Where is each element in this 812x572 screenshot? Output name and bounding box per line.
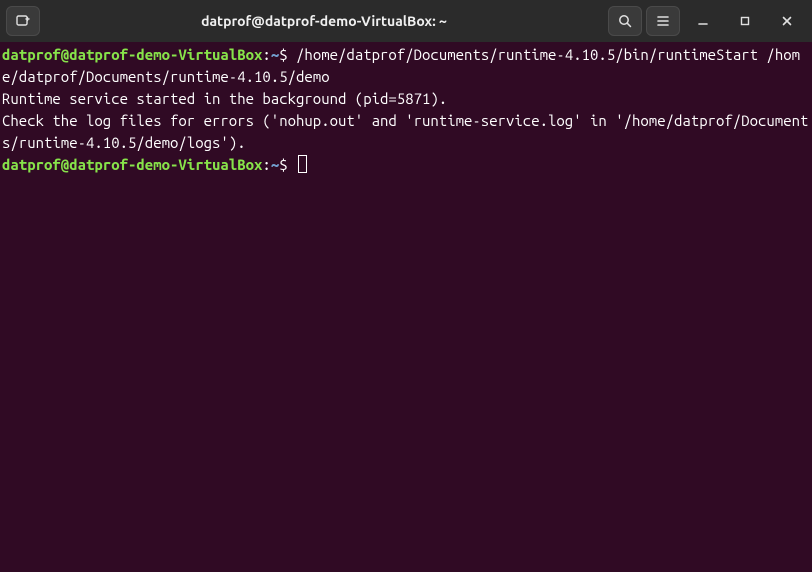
new-tab-icon <box>15 13 31 29</box>
prompt-userhost: datprof@datprof-demo-VirtualBox <box>2 46 262 63</box>
menu-button[interactable] <box>646 6 680 36</box>
prompt-sep: : <box>262 46 270 63</box>
maximize-icon <box>738 14 752 28</box>
window-titlebar: datprof@datprof-demo-VirtualBox: ~ <box>0 0 812 42</box>
output-line: Runtime service started in the backgroun… <box>2 88 810 110</box>
close-icon <box>780 14 794 28</box>
prompt-path: ~ <box>271 156 279 173</box>
window-title: datprof@datprof-demo-VirtualBox: ~ <box>44 13 604 29</box>
minimize-button[interactable] <box>684 6 722 36</box>
new-tab-button[interactable] <box>6 6 40 36</box>
prompt-path: ~ <box>271 46 279 63</box>
prompt-line: datprof@datprof-demo-VirtualBox:~$ <box>2 154 810 176</box>
output-line: Check the log files for errors ('nohup.o… <box>2 110 810 154</box>
minimize-icon <box>696 14 710 28</box>
maximize-button[interactable] <box>726 6 764 36</box>
prompt-dollar: $ <box>279 46 287 63</box>
prompt-line: datprof@datprof-demo-VirtualBox:~$ /home… <box>2 44 810 88</box>
prompt-userhost: datprof@datprof-demo-VirtualBox <box>2 156 262 173</box>
prompt-sep: : <box>262 156 270 173</box>
prompt-dollar: $ <box>279 156 287 173</box>
cursor <box>298 155 307 173</box>
close-button[interactable] <box>768 6 806 36</box>
terminal-area[interactable]: datprof@datprof-demo-VirtualBox:~$ /home… <box>0 42 812 572</box>
search-icon <box>617 13 633 29</box>
search-button[interactable] <box>608 6 642 36</box>
hamburger-icon <box>655 13 671 29</box>
